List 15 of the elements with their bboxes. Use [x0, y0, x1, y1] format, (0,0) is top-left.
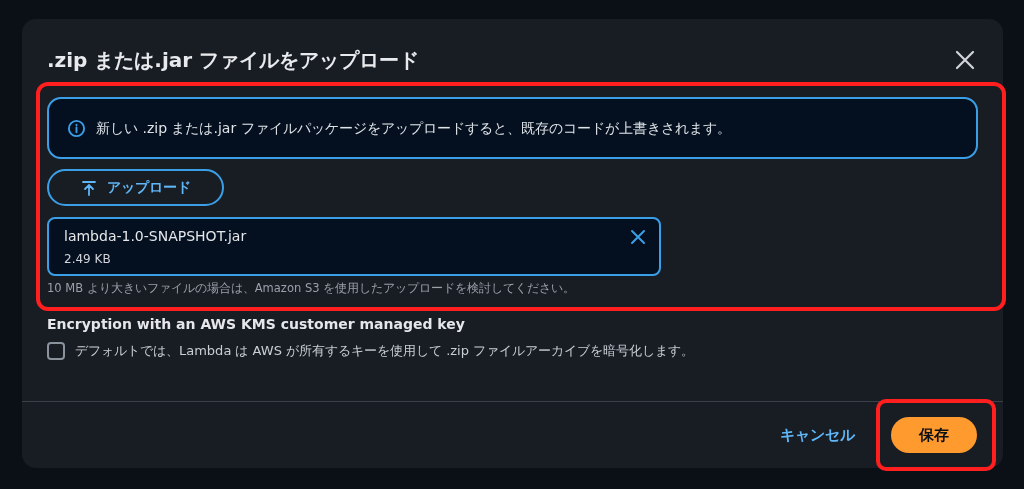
- dialog-title: .zip または.jar ファイルをアップロード: [47, 47, 420, 74]
- remove-file-icon[interactable]: [629, 228, 647, 246]
- info-text: 新しい .zip または.jar ファイルパッケージをアップロードすると、既存のコードが上書きされます。: [96, 118, 731, 138]
- encryption-label: Encryption with an AWS KMS customer managed key: [47, 315, 466, 335]
- save-button[interactable]: 保存: [891, 417, 977, 453]
- encryption-description: デフォルトでは、Lambda は AWS が所有するキーを使用して .zip ファイルアーカイブを暗号化します。: [75, 342, 695, 361]
- upload-icon: [80, 179, 97, 196]
- close-icon[interactable]: [953, 48, 977, 72]
- encryption-checkbox[interactable]: [47, 342, 65, 360]
- file-name: lambda-1.0-SNAPSHOT.jar: [64, 227, 247, 246]
- cancel-button[interactable]: キャンセル: [780, 423, 855, 447]
- file-size: 2.49 KB: [64, 251, 112, 268]
- info-icon: [67, 118, 86, 138]
- hint-text: 10 MB より大きいファイルの場合は、Amazon S3 を使用したアップロードを検討してください。: [47, 280, 577, 297]
- upload-button[interactable]: アップロード: [47, 169, 224, 206]
